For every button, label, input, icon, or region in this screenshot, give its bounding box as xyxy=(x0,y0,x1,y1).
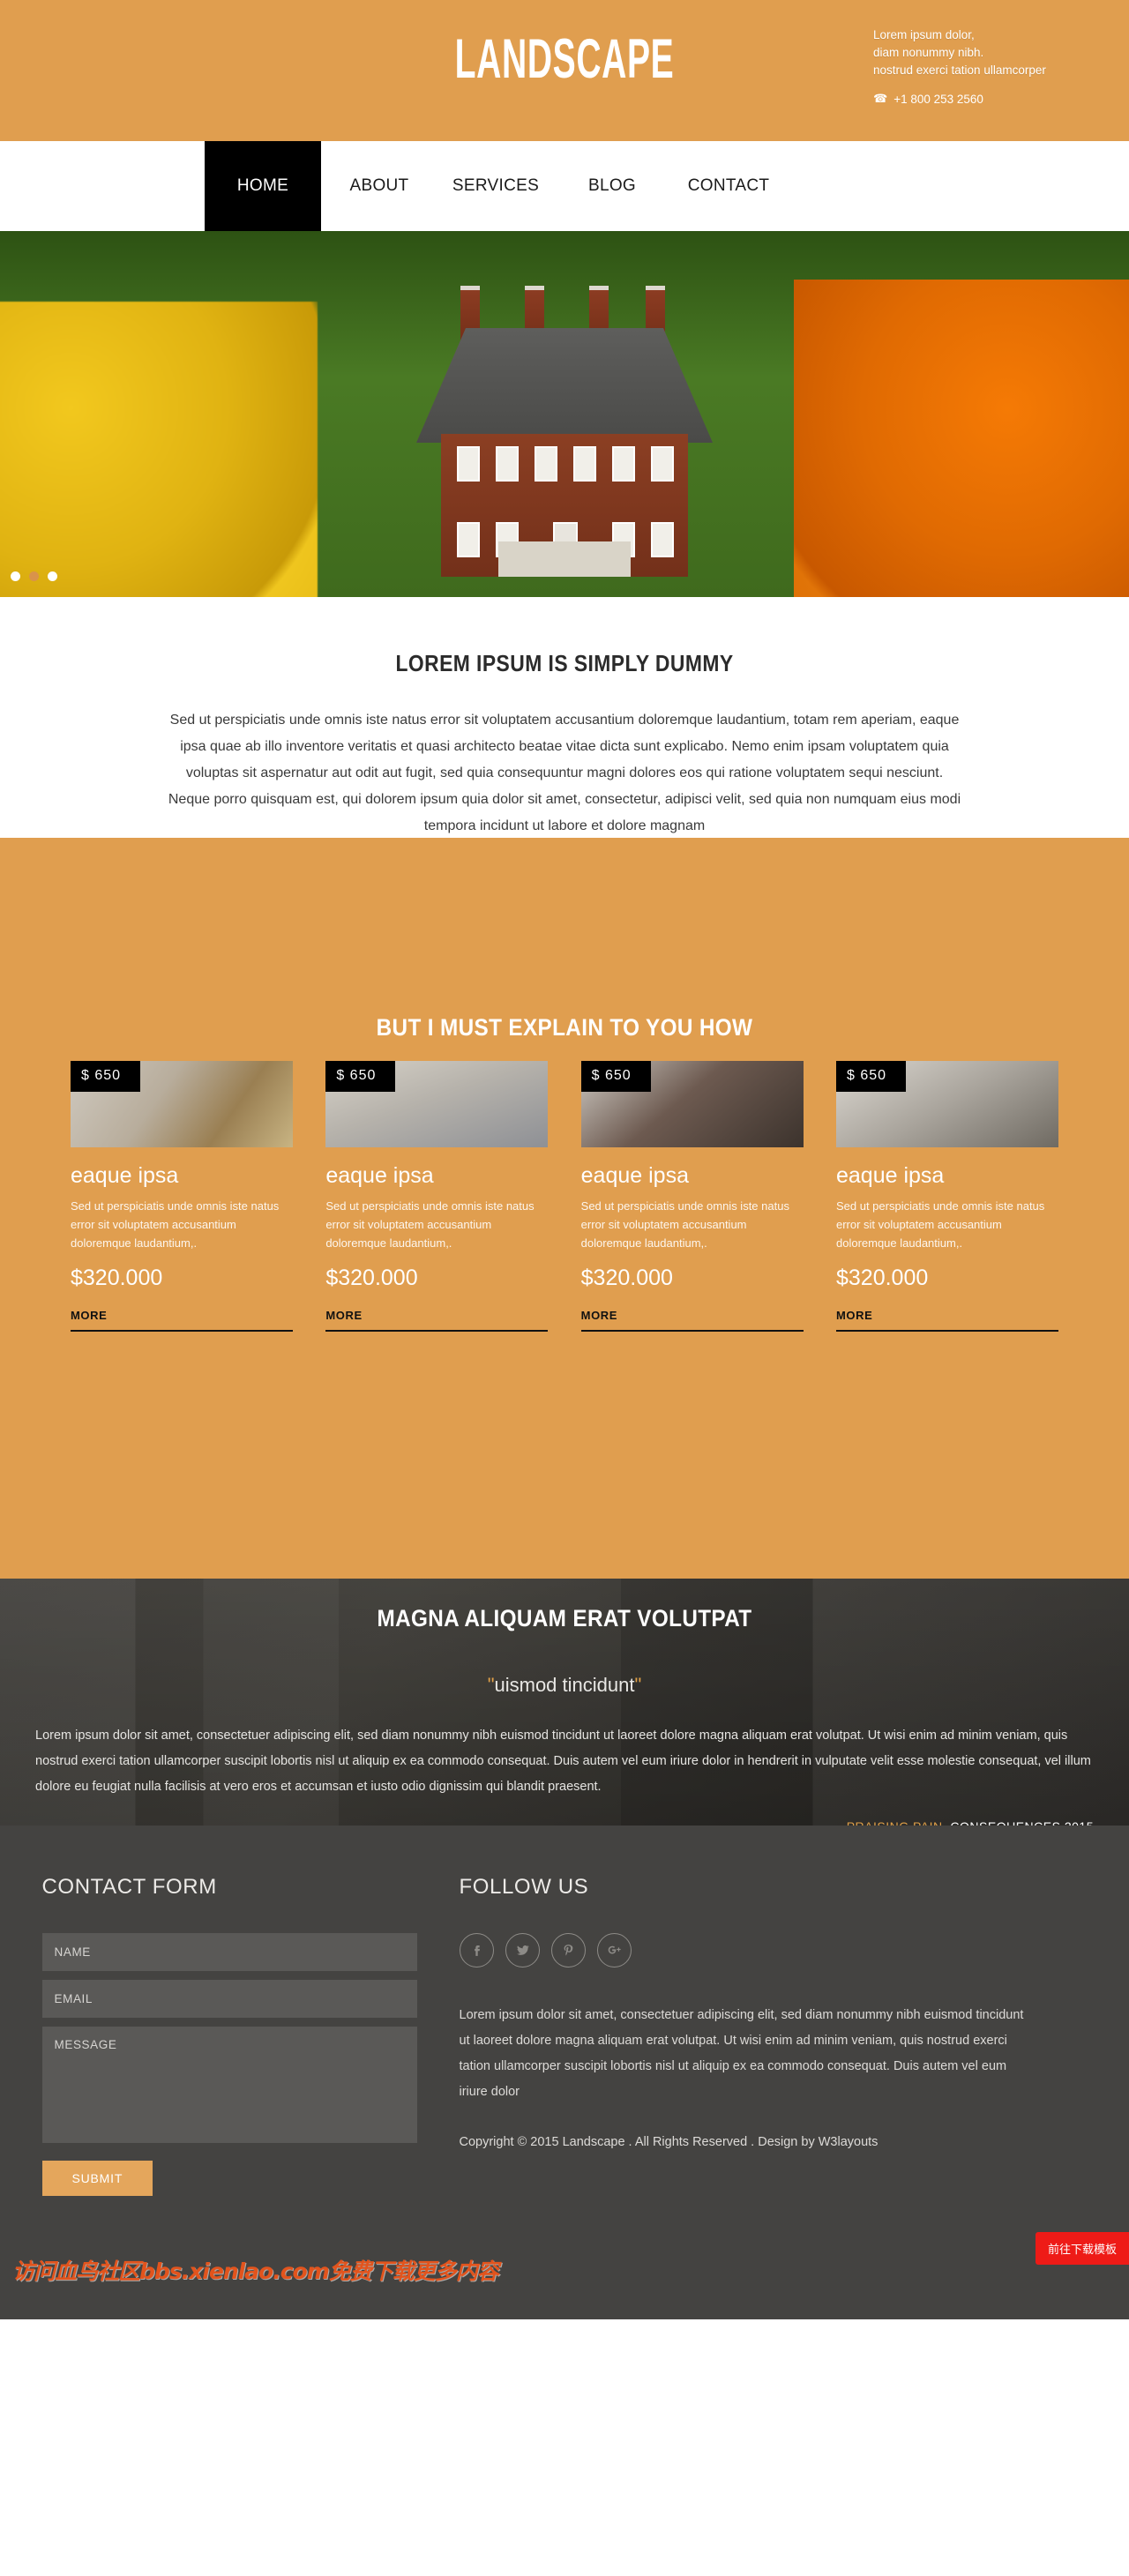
property-price-tag: $ 650 xyxy=(580,1061,651,1092)
property-more-button[interactable]: MORE xyxy=(580,1309,804,1332)
quote-close-mark: " xyxy=(634,1674,642,1696)
pinterest-icon[interactable] xyxy=(550,1933,586,1967)
header-tagline-line-2: diam nonummy nibh. xyxy=(873,46,984,59)
contact-form-column: CONTACT FORM SUBMIT xyxy=(41,1875,417,2196)
intro-heading: LOREM IPSUM IS SIMPLY DUMMY xyxy=(395,650,734,676)
quote-text: uismod tincidunt xyxy=(494,1674,635,1696)
testimonial-heading: MAGNA ALIQUAM ERAT VOLUTPAT xyxy=(377,1605,752,1631)
header-tagline-line-3: nostrud exerci tation ullamcorper xyxy=(873,63,1046,77)
follow-us-column: FOLLOW US Lorem ipsum dolor sit amet, co… xyxy=(459,1875,1024,2196)
quote-open-mark: " xyxy=(487,1674,495,1696)
property-title: eaque ipsa xyxy=(325,1163,434,1188)
hero-dot-2[interactable] xyxy=(29,571,39,581)
nav-item-about[interactable]: ABOUT xyxy=(321,141,437,231)
message-input[interactable] xyxy=(41,2027,417,2143)
properties-section: BUT I MUST EXPLAIN TO YOU HOW $ 650 eaqu… xyxy=(0,838,1129,1579)
follow-us-text: Lorem ipsum dolor sit amet, consectetuer… xyxy=(459,2008,1024,2099)
property-card-list: $ 650 eaque ipsa Sed ut perspiciatis und… xyxy=(71,1061,1058,1332)
testimonial-body: Lorem ipsum dolor sit amet, consectetuer… xyxy=(35,1729,1091,1794)
watermark-text: 访问血鸟社区bbs.xienlao.com免费下载更多内容 xyxy=(12,2259,499,2284)
property-card[interactable]: $ 650 eaque ipsa Sed ut perspiciatis und… xyxy=(580,1061,804,1332)
hero-yellow-tree xyxy=(0,302,318,597)
google-plus-icon[interactable] xyxy=(596,1933,632,1967)
nav-item-contact[interactable]: CONTACT xyxy=(670,141,787,231)
site-header: LANDSCAPE Lorem ipsum dolor, diam nonumm… xyxy=(0,0,1129,141)
site-footer: CONTACT FORM SUBMIT FOLLOW US xyxy=(0,1826,1129,2319)
hero-dot-3[interactable] xyxy=(48,571,57,581)
property-image: $ 650 xyxy=(835,1061,1058,1147)
property-title: eaque ipsa xyxy=(71,1163,179,1188)
hero-slider xyxy=(0,231,1129,597)
header-tagline-line-1: Lorem ipsum dolor, xyxy=(873,28,975,41)
testimonial-attribution: PRAISING PAIN ,CONSEQUENCES 2015 xyxy=(35,1819,1094,1826)
twitter-icon[interactable] xyxy=(505,1933,540,1967)
property-title: eaque ipsa xyxy=(835,1163,945,1188)
testimonial-attribution-highlight: PRAISING PAIN xyxy=(847,1819,946,1826)
hero-dot-1[interactable] xyxy=(11,571,20,581)
nav-item-services[interactable]: SERVICES xyxy=(437,141,554,231)
intro-section: LOREM IPSUM IS SIMPLY DUMMY Sed ut persp… xyxy=(0,597,1129,840)
facebook-icon[interactable] xyxy=(459,1933,494,1967)
property-card[interactable]: $ 650 eaque ipsa Sed ut perspiciatis und… xyxy=(71,1061,293,1332)
email-input[interactable] xyxy=(41,1980,417,2018)
hero-house-image xyxy=(335,286,794,577)
property-image: $ 650 xyxy=(71,1061,293,1147)
property-price-tag: $ 650 xyxy=(835,1061,907,1092)
property-price-tag: $ 650 xyxy=(71,1061,141,1092)
property-more-button[interactable]: MORE xyxy=(325,1309,549,1332)
property-description: Sed ut perspiciatis unde omnis iste natu… xyxy=(325,1199,535,1250)
submit-button[interactable]: SUBMIT xyxy=(41,2161,153,2196)
hero-orange-tree xyxy=(794,280,1129,597)
testimonial-attribution-rest: ,CONSEQUENCES 2015 xyxy=(946,1819,1094,1826)
header-phone-number: +1 800 253 2560 xyxy=(893,92,983,106)
contact-form-heading: CONTACT FORM xyxy=(41,1875,217,1899)
header-phone[interactable]: ☎ +1 800 253 2560 xyxy=(873,92,983,106)
nav-item-home[interactable]: HOME xyxy=(205,141,321,231)
name-input[interactable] xyxy=(41,1933,417,1971)
property-title: eaque ipsa xyxy=(580,1163,689,1188)
property-amount: $320.000 xyxy=(71,1266,163,1290)
phone-icon: ☎ xyxy=(873,92,888,105)
download-template-badge[interactable]: 前往下载模板 xyxy=(1035,2232,1129,2265)
property-card[interactable]: $ 650 eaque ipsa Sed ut perspiciatis und… xyxy=(835,1061,1058,1332)
hero-slider-dots xyxy=(11,571,57,581)
property-amount: $320.000 xyxy=(835,1266,929,1290)
property-amount: $320.000 xyxy=(325,1266,418,1290)
property-image: $ 650 xyxy=(580,1061,804,1147)
property-amount: $320.000 xyxy=(580,1266,673,1290)
property-card[interactable]: $ 650 eaque ipsa Sed ut perspiciatis und… xyxy=(325,1061,549,1332)
page-root: LANDSCAPE Lorem ipsum dolor, diam nonumm… xyxy=(0,0,1129,2319)
social-links xyxy=(459,1933,1024,1967)
header-tagline: Lorem ipsum dolor, diam nonummy nibh. no… xyxy=(873,26,1046,79)
intro-paragraph: Sed ut perspiciatis unde omnis iste natu… xyxy=(168,713,961,833)
property-description: Sed ut perspiciatis unde omnis iste natu… xyxy=(580,1199,789,1250)
nav-item-blog[interactable]: BLOG xyxy=(554,141,670,231)
property-more-button[interactable]: MORE xyxy=(71,1309,293,1332)
follow-us-heading: FOLLOW US xyxy=(459,1875,589,1899)
testimonial-quote: "uismod tincidunt" xyxy=(35,1674,1094,1697)
property-description: Sed ut perspiciatis unde omnis iste natu… xyxy=(71,1199,280,1250)
site-logo: LANDSCAPE xyxy=(454,28,675,90)
copyright-text: Copyright © 2015 Landscape . All Rights … xyxy=(459,2135,879,2149)
property-description: Sed ut perspiciatis unde omnis iste natu… xyxy=(835,1199,1045,1250)
property-price-tag: $ 650 xyxy=(325,1061,396,1092)
property-image: $ 650 xyxy=(325,1061,549,1147)
main-navigation: HOME ABOUT SERVICES BLOG CONTACT xyxy=(0,141,1129,231)
properties-heading: BUT I MUST EXPLAIN TO YOU HOW xyxy=(376,1014,753,1041)
property-more-button[interactable]: MORE xyxy=(835,1309,1058,1332)
